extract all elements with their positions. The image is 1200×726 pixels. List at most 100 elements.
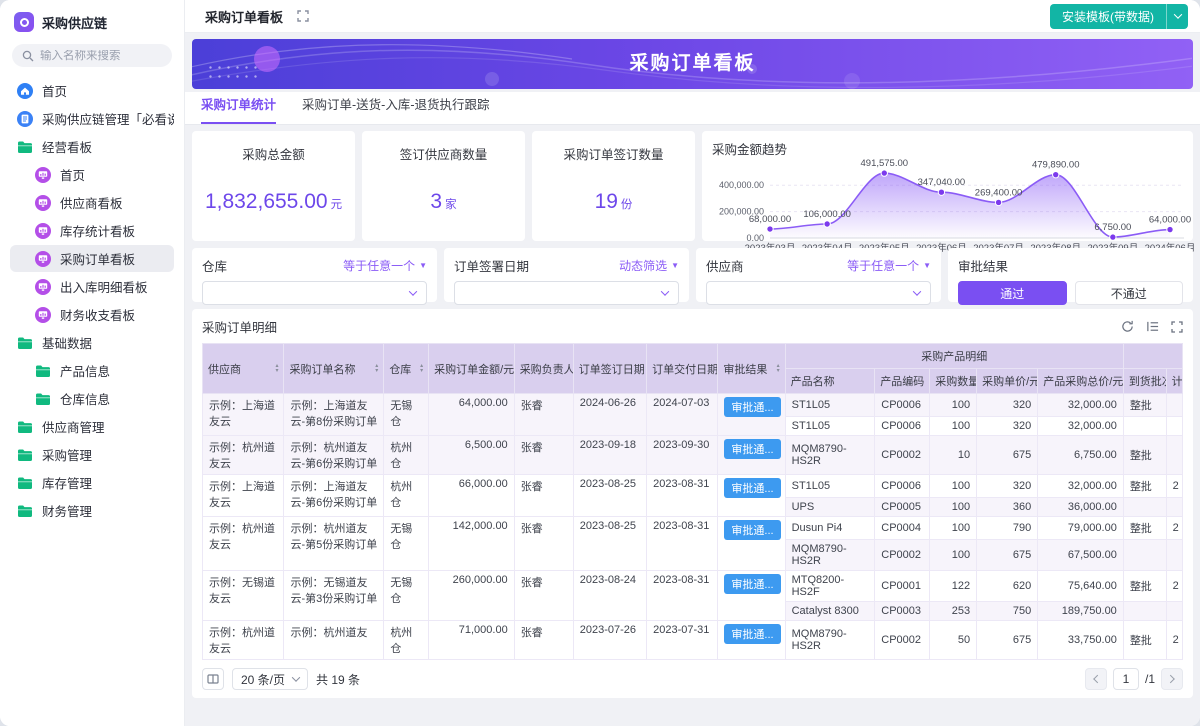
order-detail-card: 采购订单明细 供应商▴▾采购订单名称▴▾仓库▴▾采购订单金额/元▴▾采购负责人▴… [192,309,1193,698]
sidebar-item-6[interactable]: 采购订单看板 [10,245,174,272]
svg-text:347,040.00: 347,040.00 [918,177,966,188]
cell-person: 张睿 [514,394,573,436]
cell-product-code: CP0003 [875,602,930,621]
sidebar-item-12[interactable]: 供应商管理 [10,413,174,440]
sidebar-search[interactable] [12,44,172,67]
row-height-icon[interactable] [1146,320,1159,333]
sidebar-item-3[interactable]: 首页 [10,161,174,188]
column-header[interactable]: 采购订单名称▴▾ [284,344,384,394]
page-number-input[interactable]: 1 [1113,668,1139,690]
approval-pass-button[interactable]: 通过 [958,281,1067,305]
cell-product-code: CP0002 [875,621,930,660]
cell-total-price: 32,000.00 [1038,417,1124,436]
next-page-button[interactable] [1161,668,1183,690]
product-column-header[interactable]: 产品编码 [875,369,930,394]
cell-unit-price: 320 [977,394,1038,417]
product-column-header[interactable]: 采购数量 [930,369,977,394]
sidebar-item-14[interactable]: 库存管理 [10,469,174,496]
sidebar-item-13[interactable]: 采购管理 [10,441,174,468]
expand-icon[interactable] [297,10,309,22]
sidebar-item-2[interactable]: 经营看板 [10,133,174,160]
tab-order-statistics[interactable]: 采购订单统计 [201,94,276,124]
sidebar-item-10[interactable]: 产品信息 [10,357,174,384]
chevron-down-icon [661,287,669,295]
filter-operator-link[interactable]: 等于任意一个▼ [343,257,427,274]
tab-order-tracking[interactable]: 采购订单-送货-入库-退货执行跟踪 [302,94,490,124]
cell-supplier: 示例：上海道友云 [203,394,284,436]
cell-sign-date: 2023-08-25 [573,475,646,517]
search-input[interactable] [40,50,160,62]
folder-icon [16,474,34,492]
prev-page-button[interactable] [1085,668,1107,690]
fullscreen-icon[interactable] [1171,321,1183,333]
app-logo-row: 采购供应链 [10,8,174,42]
column-header[interactable]: 供应商▴▾ [203,344,284,394]
page-size-select[interactable]: 20 条/页 [232,668,308,690]
column-header[interactable]: 订单交付日期▴▾ [647,344,718,394]
sidebar-item-9[interactable]: 基础数据 [10,329,174,356]
column-header[interactable]: 订单签订日期▾ [573,344,646,394]
cell-product-code: CP0002 [875,436,930,475]
supplier-select[interactable] [706,281,931,305]
filter-operator-link[interactable]: 动态筛选▼ [619,257,679,274]
app-logo-icon [14,12,34,32]
product-column-header[interactable]: 采购单价/元 [977,369,1038,394]
svg-text:479,890.00: 479,890.00 [1032,160,1080,171]
cell-supplier: 示例：杭州道友云 [203,436,284,475]
table-row: 示例：上海道友云示例：上海道友云-第6份采购订单杭州仓66,000.00张睿20… [203,475,1183,498]
approval-fail-button[interactable]: 不通过 [1075,281,1184,305]
page-tab[interactable]: 采购订单看板 [205,7,283,26]
sort-icon[interactable]: ▴▾ [420,364,423,373]
cell-amount: 66,000.00 [429,475,515,517]
cell-clipped: 2 [1166,517,1182,540]
folder-icon [16,502,34,520]
cell-deliver-date: 2023-08-31 [647,571,718,621]
filter-supplier: 供应商 等于任意一个▼ [696,248,941,302]
filter-label: 仓库 [202,256,227,275]
product-group-header: 采购产品明细 [785,344,1123,369]
column-header[interactable]: 采购负责人▴▾ [514,344,573,394]
column-settings-button[interactable] [202,668,224,690]
refresh-icon[interactable] [1121,320,1134,333]
filter-approval-result: 审批结果 通过 不通过 [948,248,1193,302]
sidebar-item-5[interactable]: 库存统计看板 [10,217,174,244]
cell-warehouse: 无锡仓 [384,517,429,571]
product-column-header[interactable]: 到货批次 [1123,369,1166,394]
product-column-header[interactable]: 产品采购总价/元 [1038,369,1124,394]
cell-batch: 整批 [1123,394,1166,417]
approval-badge: 审批通... [724,397,780,417]
cell-approval: 审批通... [718,517,785,571]
sort-icon[interactable]: ▴▾ [777,364,780,373]
approval-badge: 审批通... [724,624,780,644]
sidebar-item-8[interactable]: 财务收支看板 [10,301,174,328]
product-column-header[interactable]: 计 [1166,369,1182,394]
cell-amount: 142,000.00 [429,517,515,571]
sidebar-menu: 首页采购供应链管理「必看说明」经营看板首页供应商看板库存统计看板采购订单看板出入… [10,77,174,524]
cell-qty: 10 [930,436,977,475]
chart-title: 采购金额趋势 [712,139,1183,158]
sidebar-item-0[interactable]: 首页 [10,77,174,104]
sidebar-item-15[interactable]: 财务管理 [10,497,174,524]
column-header[interactable]: 审批结果▴▾ [718,344,785,394]
sort-icon[interactable]: ▴▾ [375,364,378,373]
sidebar-item-1[interactable]: 采购供应链管理「必看说明」 [10,105,174,132]
filter-operator-link[interactable]: 等于任意一个▼ [847,257,931,274]
empty-group-header [1123,344,1182,369]
sidebar-item-7[interactable]: 出入库明细看板 [10,273,174,300]
install-template-button[interactable]: 安装模板(带数据) [1050,4,1166,29]
product-column-header[interactable]: 产品名称 [785,369,875,394]
install-template-caret-button[interactable] [1166,4,1188,29]
cell-deliver-date: 2023-09-30 [647,436,718,475]
column-header[interactable]: 采购订单金额/元▴▾ [429,344,515,394]
sidebar-item-4[interactable]: 供应商看板 [10,189,174,216]
column-header[interactable]: 仓库▴▾ [384,344,429,394]
sidebar-item-label: 财务管理 [42,501,92,520]
warehouse-select[interactable] [202,281,427,305]
sign-date-select[interactable] [454,281,679,305]
sidebar-item-11[interactable]: 仓库信息 [10,385,174,412]
svg-text:6,750.00: 6,750.00 [1094,222,1131,233]
cell-clipped [1166,602,1182,621]
cell-qty: 253 [930,602,977,621]
sort-icon[interactable]: ▴▾ [275,364,278,373]
triangle-down-icon: ▼ [419,261,427,270]
